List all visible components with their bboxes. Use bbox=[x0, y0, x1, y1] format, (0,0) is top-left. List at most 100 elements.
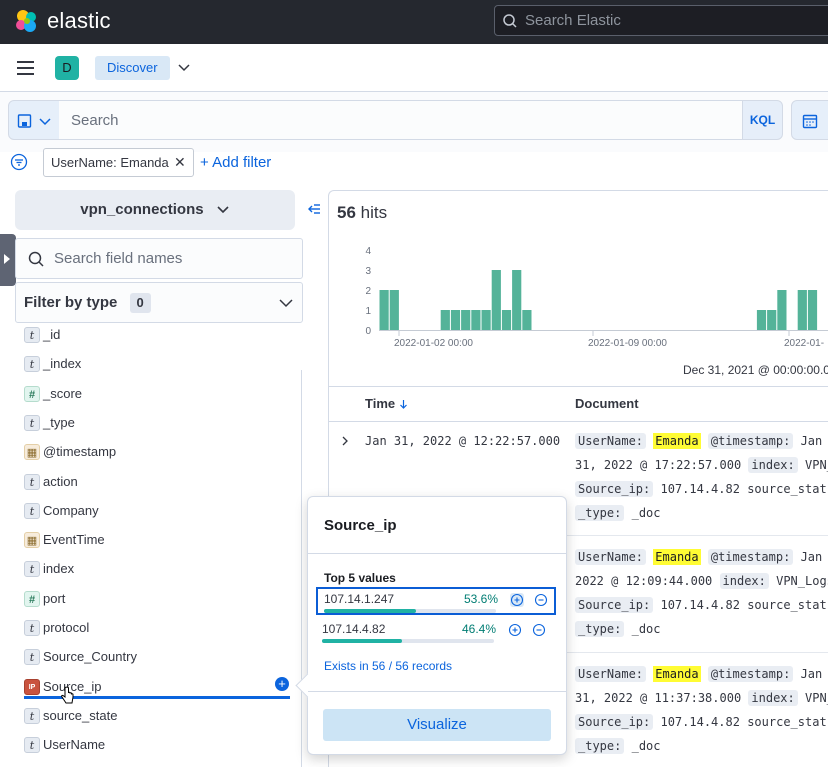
field-item[interactable]: t protocol bbox=[15, 617, 305, 641]
doc-field-value: source_stat bbox=[747, 482, 827, 496]
filter-out-value-icon[interactable] bbox=[534, 593, 548, 607]
space-avatar[interactable]: D bbox=[55, 56, 79, 80]
doc-field-key: index: bbox=[748, 457, 798, 473]
filter-by-type-button[interactable]: Filter by type 0 bbox=[15, 282, 303, 323]
doc-field-value: 107.14.4.82 bbox=[660, 715, 740, 729]
popover-subtitle: Top 5 values bbox=[324, 571, 396, 585]
index-pattern-selector[interactable]: vpn_connections bbox=[15, 190, 295, 230]
field-type-icon: t bbox=[24, 502, 40, 519]
search-icon bbox=[28, 251, 44, 267]
field-item[interactable]: t source_state bbox=[15, 705, 305, 729]
breadcrumb-discover[interactable]: Discover bbox=[95, 56, 170, 80]
histogram-bar bbox=[481, 310, 491, 330]
top-value-bar-fill bbox=[324, 609, 417, 613]
doc-field-key: @timestamp: bbox=[707, 433, 794, 449]
document-line: Source_ip: 107.14.4.82 source_stat bbox=[575, 593, 827, 617]
histogram-bar bbox=[491, 270, 501, 330]
global-search-input[interactable] bbox=[525, 6, 825, 35]
chevron-right-icon[interactable] bbox=[340, 436, 350, 446]
field-item[interactable]: ▦ EventTime bbox=[15, 529, 305, 553]
field-type-icon: t bbox=[24, 561, 40, 578]
column-header-time[interactable]: Time bbox=[365, 396, 408, 411]
top-value-row[interactable]: 107.14.4.82 46.4% bbox=[316, 619, 556, 647]
doc-field-value: 107.14.4.82 bbox=[660, 482, 740, 496]
document-line: UserName: Emanda @timestamp: Jan 3 bbox=[575, 662, 828, 686]
doc-field-key: UserName: bbox=[575, 549, 647, 565]
filter-for-value-icon[interactable] bbox=[510, 593, 524, 607]
brand-name[interactable]: elastic bbox=[47, 8, 111, 34]
field-search-input[interactable] bbox=[54, 239, 294, 278]
doc-field-key: _type: bbox=[575, 505, 625, 521]
field-name: port bbox=[43, 590, 66, 606]
field-item[interactable]: t _index bbox=[15, 353, 305, 377]
doc-field-value: _doc bbox=[631, 622, 661, 636]
top-value-bar bbox=[324, 609, 496, 613]
field-item[interactable]: ▦ @timestamp bbox=[15, 441, 305, 465]
hits-count: 56 bbox=[337, 203, 356, 222]
field-name: _id bbox=[43, 327, 61, 342]
row-timestamp: Jan 31, 2022 @ 12:22:57.000 bbox=[365, 434, 561, 448]
top-value-row[interactable]: 107.14.1.247 53.6% bbox=[316, 587, 556, 615]
query-bar: KQL bbox=[0, 92, 828, 152]
query-search-field[interactable] bbox=[59, 100, 743, 140]
filter-options-icon[interactable] bbox=[10, 153, 28, 171]
histogram-bar bbox=[379, 290, 389, 330]
field-item[interactable]: t index bbox=[15, 558, 305, 582]
query-language-button[interactable]: KQL bbox=[742, 100, 783, 140]
histogram-bar bbox=[450, 310, 461, 330]
doc-field-key: Source_ip: bbox=[575, 714, 654, 730]
field-item[interactable]: t Source_Country bbox=[15, 646, 305, 670]
add-filter-button[interactable]: + Add filter bbox=[200, 154, 271, 171]
field-type-icon: IP bbox=[24, 678, 40, 695]
document-line: Source_ip: 107.14.4.82 source_stat bbox=[575, 710, 827, 734]
field-item[interactable]: t Company bbox=[15, 500, 305, 524]
chevron-down-icon bbox=[217, 206, 229, 214]
saved-query-button[interactable] bbox=[8, 100, 60, 140]
field-type-icon: t bbox=[24, 649, 40, 666]
field-item[interactable]: t action bbox=[15, 471, 305, 495]
chevron-down-icon bbox=[39, 118, 51, 126]
collapse-sidebar-icon[interactable] bbox=[306, 201, 322, 217]
filter-for-value-icon[interactable] bbox=[508, 623, 522, 637]
histogram-bar bbox=[501, 310, 512, 330]
doc-field-key: @timestamp: bbox=[707, 666, 794, 682]
filter-pill-username[interactable]: UserName: Emanda ✕ bbox=[43, 148, 194, 177]
top-value-bar-fill bbox=[322, 639, 402, 643]
field-name: action bbox=[43, 473, 78, 489]
visualize-button[interactable]: Visualize bbox=[323, 709, 551, 741]
date-picker-button[interactable] bbox=[791, 100, 828, 140]
field-type-icon: # bbox=[24, 590, 40, 607]
query-search-input[interactable] bbox=[59, 101, 742, 139]
elastic-logo-icon[interactable] bbox=[14, 8, 40, 34]
exists-link[interactable]: Exists in 56 / 56 records bbox=[324, 659, 452, 673]
divider bbox=[308, 553, 566, 554]
close-icon[interactable]: ✕ bbox=[174, 149, 186, 176]
menu-button[interactable] bbox=[14, 57, 40, 79]
column-header-document[interactable]: Document bbox=[575, 396, 639, 411]
field-item[interactable]: # port bbox=[15, 588, 305, 612]
doc-field-key: _type: bbox=[575, 738, 625, 754]
chevron-down-icon[interactable] bbox=[176, 59, 192, 75]
sidebar-expand-handle[interactable] bbox=[0, 234, 16, 286]
add-field-button[interactable]: + bbox=[275, 677, 289, 691]
field-type-icon: ▦ bbox=[24, 444, 40, 461]
field-item[interactable]: t UserName bbox=[15, 734, 305, 758]
field-item[interactable]: t _type bbox=[15, 412, 305, 436]
field-name: index bbox=[43, 561, 75, 577]
field-search[interactable] bbox=[15, 238, 303, 279]
hits-label: hits bbox=[360, 203, 388, 222]
top-value-label: 107.14.4.82 bbox=[322, 622, 386, 636]
search-highlight: Emanda bbox=[653, 433, 701, 449]
divider bbox=[329, 386, 828, 387]
field-type-icon: # bbox=[24, 385, 40, 402]
global-search[interactable] bbox=[494, 5, 828, 36]
top-header: elastic bbox=[0, 0, 828, 44]
filter-out-value-icon[interactable] bbox=[532, 623, 546, 637]
field-item[interactable]: t _id bbox=[15, 326, 305, 348]
sort-down-icon[interactable] bbox=[399, 399, 408, 409]
field-name: UserName bbox=[43, 737, 106, 753]
field-item[interactable]: # _score bbox=[15, 383, 305, 407]
divider bbox=[308, 691, 566, 692]
field-name: EventTime bbox=[43, 532, 105, 548]
time-header-label: Time bbox=[365, 396, 396, 411]
